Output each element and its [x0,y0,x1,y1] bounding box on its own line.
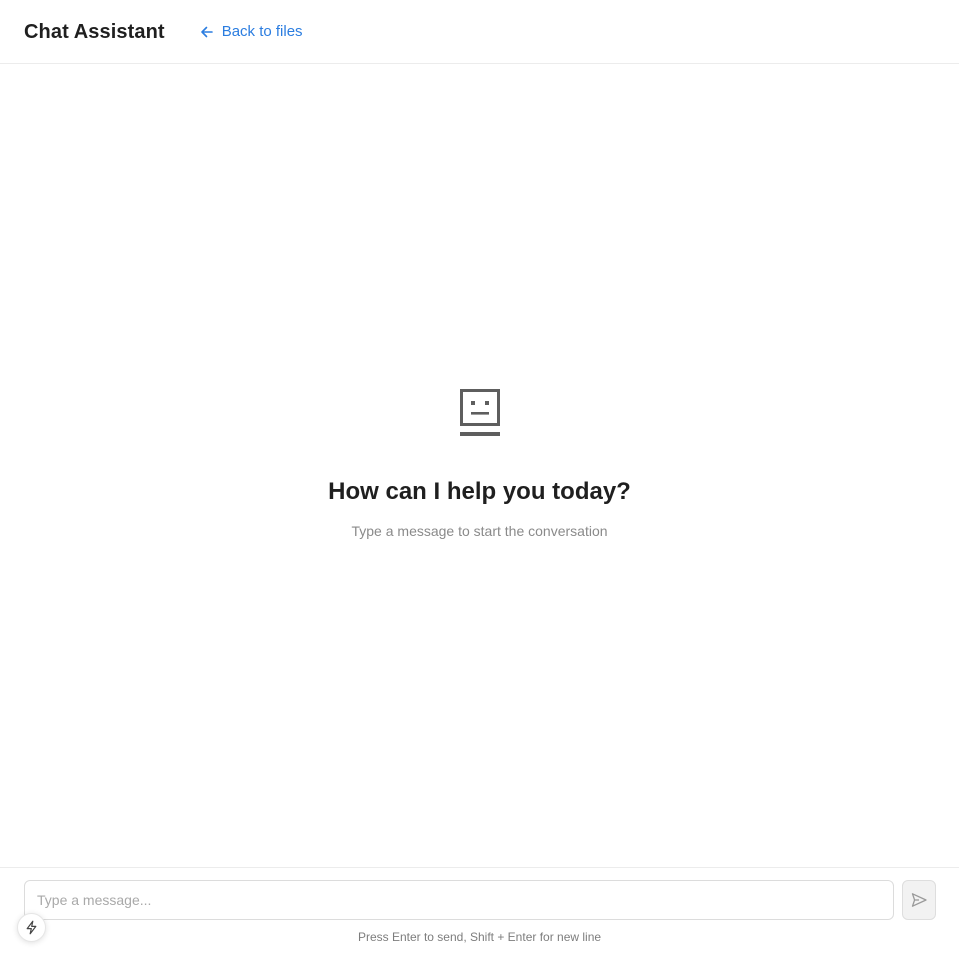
empty-state: How can I help you today? Type a message… [0,64,959,867]
robot-face-icon [459,388,501,438]
send-icon [910,891,928,909]
keyboard-hint: Press Enter to send, Shift + Enter for n… [357,930,602,944]
empty-state-subtitle: Type a message to start the conversation [351,523,608,539]
send-button[interactable] [902,880,936,920]
message-composer: Press Enter to send, Shift + Enter for n… [0,867,959,959]
header: Chat Assistant Back to files [0,0,959,64]
chat-app: Chat Assistant Back to files How can I h… [0,0,959,959]
lightning-bolt-icon [24,920,39,935]
arrow-left-icon [199,24,215,40]
message-input[interactable] [24,880,894,920]
empty-state-title: How can I help you today? [328,478,631,505]
app-title: Chat Assistant [24,20,165,43]
floating-action-button[interactable] [17,913,46,942]
back-link-label: Back to files [221,23,303,40]
back-to-files-link[interactable]: Back to files [199,23,303,40]
